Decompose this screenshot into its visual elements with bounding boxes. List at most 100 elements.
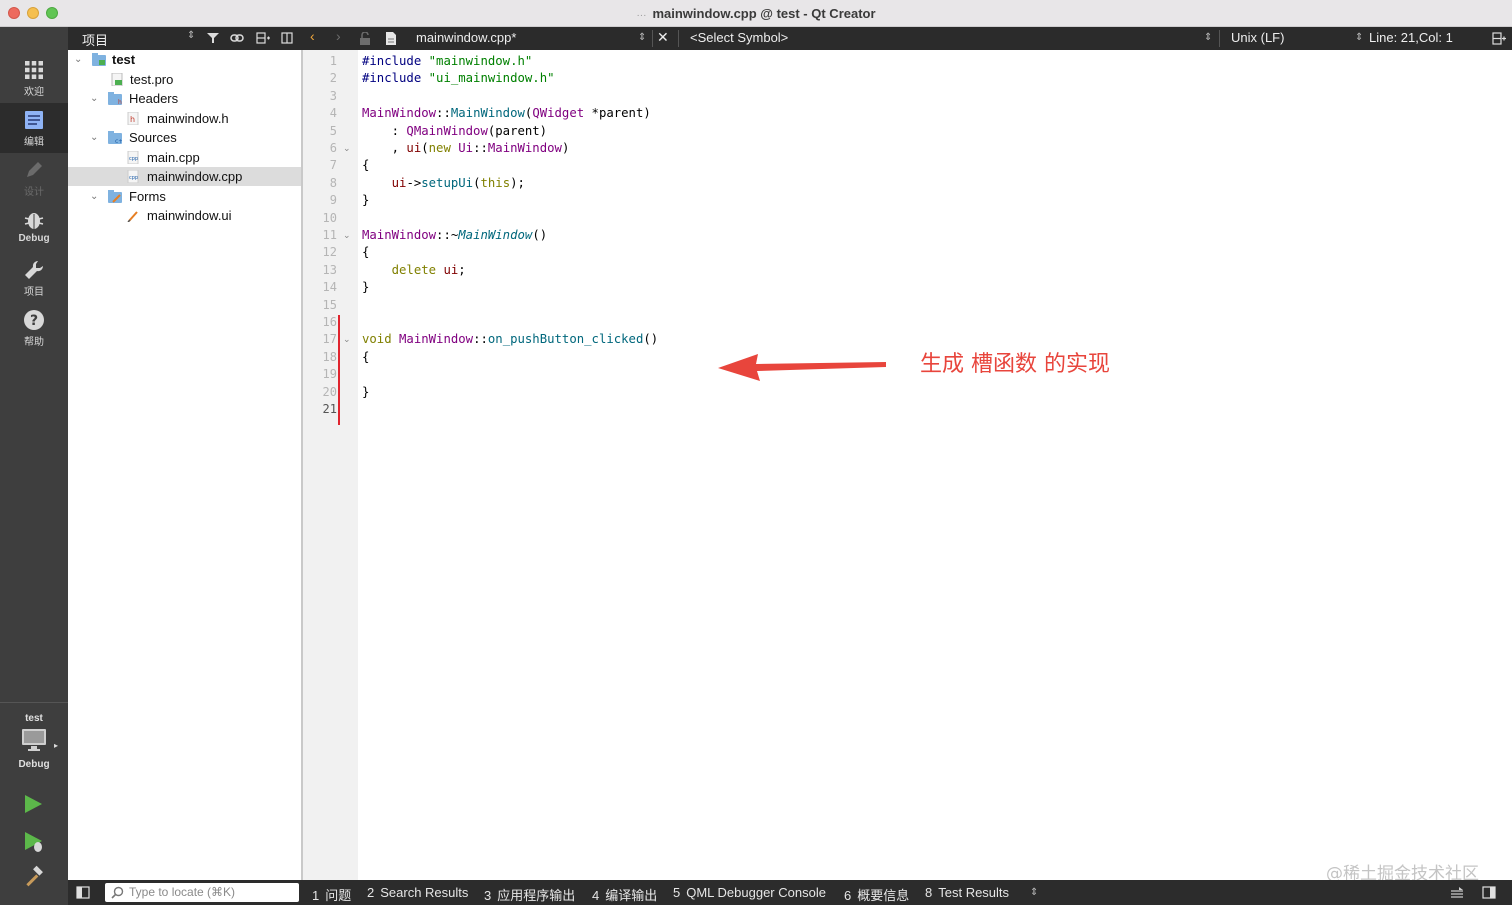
fold-marker-icon[interactable]: ⌄	[343, 334, 351, 345]
mode-welcome[interactable]: 欢迎	[0, 53, 68, 103]
project-pane-header: 项目 ⇕	[68, 27, 302, 50]
document-dots-icon: ···	[636, 10, 647, 21]
kit-expand-icon: ▸	[54, 741, 59, 750]
file-selector[interactable]: mainwindow.cpp*	[416, 30, 516, 45]
svg-text:h: h	[118, 99, 122, 105]
code-line: {	[362, 349, 370, 364]
tree-item-test-project[interactable]: ⌄ test	[68, 50, 301, 69]
line-number: 15	[322, 297, 337, 312]
line-number: 12	[322, 245, 337, 260]
line-ending-selector[interactable]: Unix (LF)	[1231, 30, 1284, 45]
line-number: 2	[329, 71, 337, 86]
mode-edit[interactable]: 编辑	[0, 103, 68, 153]
svg-text:h: h	[130, 115, 135, 124]
code-line: }	[362, 280, 370, 295]
mode-projects[interactable]: 项目	[0, 253, 68, 303]
tree-item-mainwindow-ui[interactable]: mainwindow.ui	[68, 206, 301, 225]
close-pane-icon[interactable]	[280, 31, 294, 45]
document-icon	[386, 32, 396, 45]
svg-text:?: ?	[30, 313, 38, 329]
project-icon	[92, 53, 106, 66]
monitor-icon	[22, 729, 46, 751]
code-line: : QMainWindow(parent)	[362, 123, 548, 138]
tab-compile-output[interactable]: 4 编译输出	[592, 885, 657, 904]
tree-item-test-pro[interactable]: test.pro	[68, 70, 301, 89]
lock-icon[interactable]	[359, 32, 371, 45]
cursor-position[interactable]: Line: 21,Col: 1	[1369, 30, 1453, 45]
svg-text:c+: c+	[115, 138, 122, 144]
split-editor-icon[interactable]	[1492, 32, 1506, 45]
editor-toolbar: ‹ › mainwindow.cpp* ⇕ ✕ <Select Symbol> …	[302, 27, 1512, 50]
edit-doc-icon	[25, 111, 43, 129]
code-editor[interactable]: #include "mainwindow.h" #include "ui_mai…	[358, 50, 1512, 880]
tree-item-forms[interactable]: ⌄ Forms	[68, 187, 301, 206]
line-number: 5	[329, 123, 337, 138]
close-document-icon[interactable]: ✕	[657, 29, 669, 46]
build-hammer-button[interactable]	[22, 865, 46, 889]
selector-updown-icon: ⇕	[187, 30, 196, 41]
chevron-down-icon[interactable]: ⌄	[90, 89, 98, 108]
code-line: MainWindow::MainWindow(QWidget *parent)	[362, 106, 651, 121]
code-line: ui->setupUi(this);	[391, 175, 525, 190]
filter-icon[interactable]	[206, 31, 220, 45]
chevron-down-icon[interactable]: ⌄	[90, 128, 98, 147]
code-line: void MainWindow::on_pushButton_clicked()	[362, 332, 659, 347]
kit-project-name: test	[25, 713, 43, 724]
project-view-selector[interactable]: 项目	[82, 30, 108, 49]
back-arrow-icon[interactable]: ‹	[310, 28, 315, 44]
split-icon[interactable]	[256, 31, 270, 45]
run-button[interactable]	[22, 793, 44, 815]
sources-folder-icon: c+	[108, 131, 122, 144]
line-number-gutter: 1 2 3 4 5 6 7 8 9 10 11 12 13 14 15 16 1…	[302, 50, 358, 880]
tab-general-messages[interactable]: 6 概要信息	[844, 885, 909, 904]
search-icon	[111, 886, 124, 899]
line-number: 11	[322, 228, 337, 242]
line-number: 20	[322, 384, 337, 399]
progress-details-icon[interactable]	[1450, 886, 1464, 899]
line-number: 8	[329, 175, 337, 190]
code-line: {	[362, 245, 370, 260]
code-line: #include "ui_mainwindow.h"	[362, 71, 555, 86]
tree-item-mainwindow-h[interactable]: h mainwindow.h	[68, 109, 301, 128]
line-number: 9	[329, 193, 337, 208]
tab-search-results[interactable]: 2 Search Results	[367, 885, 468, 900]
mode-design[interactable]: 设计	[0, 153, 68, 203]
tree-item-sources[interactable]: ⌄ c+ Sources	[68, 128, 301, 147]
tab-application-output[interactable]: 3 应用程序输出	[484, 885, 575, 904]
code-line: }	[362, 193, 370, 208]
toggle-sidebar-icon[interactable]	[76, 886, 90, 899]
line-number: 19	[322, 367, 337, 382]
link-icon[interactable]	[230, 31, 244, 45]
mode-help[interactable]: ? 帮助	[0, 303, 68, 353]
chevron-down-icon[interactable]: ⌄	[90, 187, 98, 206]
symbol-selector-updown-icon: ⇕	[1204, 32, 1213, 43]
mode-debug[interactable]: Debug	[0, 203, 68, 253]
chevron-down-icon[interactable]: ⌄	[74, 50, 82, 69]
code-line: }	[362, 384, 370, 399]
window-title: ··· mainwindow.cpp @ test - Qt Creator	[636, 6, 876, 21]
modified-lines-marker	[338, 315, 340, 425]
more-tabs-updown-icon[interactable]: ⇕	[1030, 887, 1038, 898]
tree-item-main-cpp[interactable]: cpp main.cpp	[68, 148, 301, 167]
forms-folder-icon	[108, 189, 122, 203]
line-number: 13	[322, 262, 337, 277]
tree-item-headers[interactable]: ⌄ h Headers	[68, 89, 301, 108]
tab-issues[interactable]: 1 问题	[312, 885, 351, 904]
fold-marker-icon[interactable]: ⌄	[343, 230, 351, 241]
tab-qml-debugger-console[interactable]: 5 QML Debugger Console	[673, 885, 826, 900]
tree-item-mainwindow-cpp[interactable]: cpp mainwindow.cpp	[68, 167, 301, 186]
debug-run-button[interactable]	[22, 830, 46, 854]
fold-marker-icon[interactable]: ⌄	[343, 143, 351, 154]
line-number: 18	[322, 349, 337, 364]
wrench-icon	[25, 260, 44, 279]
forward-arrow-icon[interactable]: ›	[336, 28, 341, 44]
cpp-file-icon: cpp	[127, 150, 139, 164]
code-line: delete ui;	[391, 262, 466, 277]
cpp-file-icon: cpp	[127, 170, 139, 183]
line-ending-updown-icon: ⇕	[1355, 32, 1364, 43]
ui-file-icon	[127, 211, 138, 222]
tab-test-results[interactable]: 8 Test Results	[925, 885, 1009, 900]
toggle-right-sidebar-icon[interactable]	[1482, 886, 1496, 899]
locator-input[interactable]: Type to locate (⌘K)	[105, 883, 299, 902]
symbol-selector[interactable]: <Select Symbol>	[690, 30, 788, 45]
